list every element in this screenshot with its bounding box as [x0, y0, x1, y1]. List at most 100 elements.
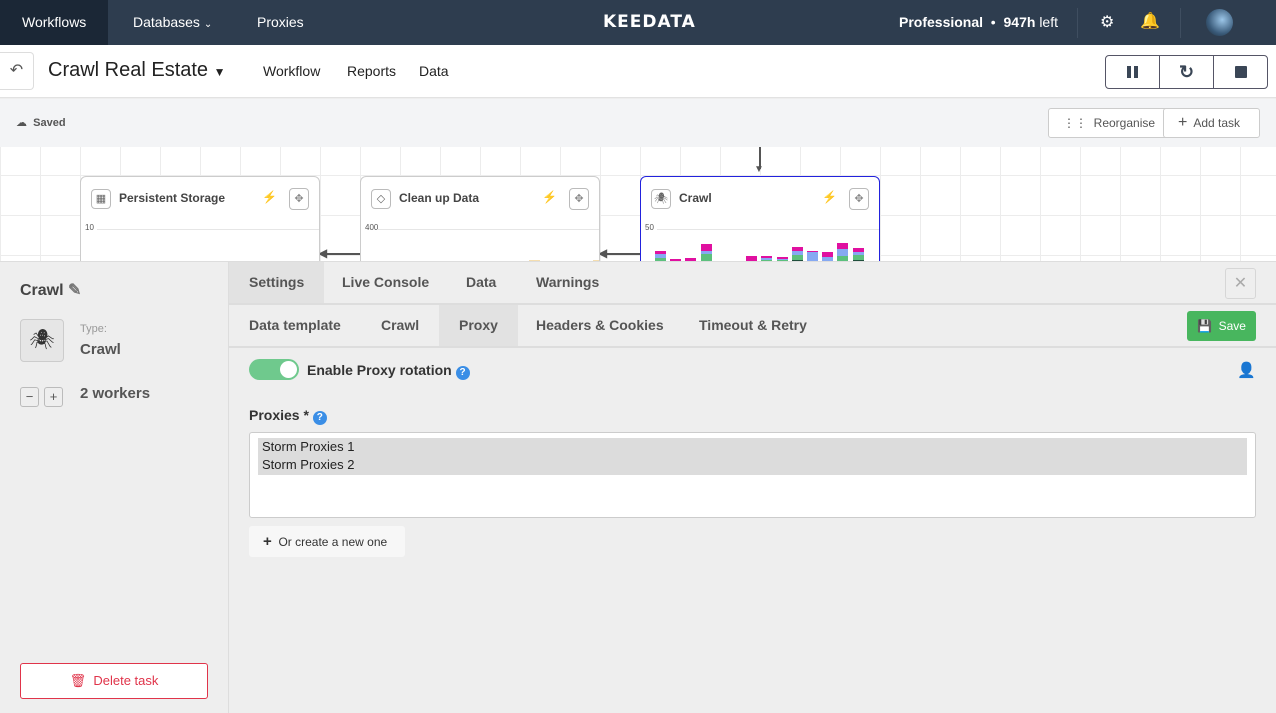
- chart-bar-segment: [655, 251, 666, 255]
- refresh-icon: ↻: [1178, 61, 1195, 82]
- node-title: Clean up Data: [399, 191, 480, 205]
- create-proxy-label: Or create a new one: [278, 535, 388, 549]
- subtab-data-template[interactable]: Data template: [229, 305, 361, 346]
- restart-button[interactable]: ↻: [1160, 56, 1214, 88]
- tab-warnings[interactable]: Warnings: [516, 262, 619, 303]
- subtab-headers-cookies[interactable]: Headers & Cookies: [516, 305, 684, 346]
- proxies-label: Proxies * ?: [249, 407, 327, 425]
- plan-name: Professional: [899, 14, 984, 30]
- nav-databases-label: Databases: [133, 14, 200, 30]
- spider-icon: 🕷: [29, 329, 55, 351]
- chart-bar-segment: [791, 250, 803, 256]
- add-task-label: Add task: [1193, 116, 1241, 130]
- plug-icon[interactable]: ⚡: [822, 190, 837, 204]
- cloud-check-icon: ☁: [16, 117, 27, 129]
- task-node[interactable]: 🕷 Crawl ⚡ ✥ 50: [640, 176, 880, 261]
- subnav-data[interactable]: Data: [419, 63, 449, 79]
- save-button[interactable]: 💾 Save: [1187, 311, 1256, 341]
- stop-button[interactable]: [1214, 56, 1267, 88]
- floppy-disk-icon: 💾: [1197, 319, 1212, 333]
- chart-gridline: [657, 229, 879, 230]
- move-handle-icon[interactable]: ✥: [849, 188, 869, 210]
- move-handle-icon[interactable]: ✥: [289, 188, 309, 210]
- reorganise-button[interactable]: ⋮⋮ Reorganise: [1048, 108, 1171, 138]
- table-icon: ▦: [91, 189, 111, 209]
- chart-bar-segment: [791, 255, 803, 260]
- node-title: Crawl: [679, 191, 712, 205]
- subtab-proxy[interactable]: Proxy: [439, 305, 518, 346]
- add-task-button[interactable]: + Add task: [1163, 108, 1260, 138]
- team-settings-icon[interactable]: ⚙: [1100, 12, 1114, 32]
- pencil-icon[interactable]: ✎: [68, 282, 81, 299]
- proxy-rotation-toggle[interactable]: [249, 359, 299, 380]
- task-settings-panel: Settings Live Console Data Warnings ✕ Da…: [229, 261, 1276, 713]
- type-value: Crawl: [80, 341, 121, 358]
- chart-axis-label: 50: [645, 223, 654, 232]
- save-status: ☁ Saved: [16, 116, 66, 129]
- move-handle-icon[interactable]: ✥: [569, 188, 589, 210]
- close-button[interactable]: ✕: [1225, 268, 1256, 299]
- create-proxy-button[interactable]: + Or create a new one: [249, 526, 405, 557]
- user-settings-icon[interactable]: 👤: [1237, 361, 1256, 379]
- proxy-rotation-label: Enable Proxy rotation ?: [307, 362, 470, 380]
- workflow-canvas[interactable]: ▼ ◀ ◀ ▦ Persistent Storage ⚡ ✥ 10 ◇ Clea…: [0, 147, 1276, 261]
- save-label: Save: [1218, 319, 1246, 333]
- proxies-multiselect[interactable]: Storm Proxies 1 Storm Proxies 2: [249, 432, 1256, 518]
- nav-workflows[interactable]: Workflows: [0, 0, 109, 45]
- subnav-workflow[interactable]: Workflow: [263, 63, 320, 79]
- chart-bar-segment: [807, 251, 818, 253]
- help-icon[interactable]: ?: [312, 411, 327, 425]
- plug-icon[interactable]: ⚡: [542, 190, 557, 204]
- logo: KEEDATA: [603, 12, 696, 32]
- type-label: Type:: [80, 323, 107, 335]
- proxies-label-text: Proxies *: [249, 407, 309, 423]
- chart-bar-segment: [761, 257, 773, 260]
- chart-bar-segment: [852, 247, 864, 253]
- decrease-workers-button[interactable]: −: [20, 387, 39, 407]
- hours-suffix: left: [1039, 14, 1058, 30]
- top-nav: Workflows Databases ⌄ Proxies KEEDATA Pr…: [0, 0, 1276, 45]
- task-type-icon: 🕷: [20, 319, 64, 362]
- arrow-head-icon: ▼: [754, 164, 764, 175]
- trash-icon: 🗑: [69, 673, 87, 688]
- undo-arrow-icon: ↶: [9, 62, 24, 79]
- chart-bar-segment: [761, 255, 773, 258]
- canvas-toolbar: ☁ Saved ⋮⋮ Reorganise + Add task: [0, 99, 1276, 147]
- task-sidebar: Crawl ✎ 🕷 Type: Crawl − + 2 workers 🗑 De…: [0, 261, 229, 713]
- diamond-icon: ◇: [371, 189, 391, 209]
- pause-button[interactable]: [1106, 56, 1160, 88]
- tab-live-console[interactable]: Live Console: [322, 262, 449, 303]
- avatar[interactable]: [1206, 9, 1233, 36]
- chart-bar-segment: [791, 246, 803, 251]
- delete-label: Delete task: [93, 673, 159, 688]
- workflow-title-text: Crawl Real Estate: [48, 59, 209, 81]
- subnav-reports[interactable]: Reports: [347, 63, 396, 79]
- back-button[interactable]: ↶: [0, 52, 34, 90]
- plus-icon: +: [263, 533, 272, 550]
- caret-down-icon: ▼: [213, 65, 226, 79]
- bell-icon[interactable]: 🔔: [1140, 11, 1160, 31]
- task-node[interactable]: ◇ Clean up Data ⚡ ✥ 400: [360, 176, 600, 261]
- proxy-option[interactable]: Storm Proxies 1: [258, 438, 1247, 456]
- subtab-timeout-retry[interactable]: Timeout & Retry: [679, 305, 827, 346]
- help-icon[interactable]: ?: [455, 366, 470, 380]
- increase-workers-button[interactable]: +: [44, 387, 63, 407]
- nav-proxies[interactable]: Proxies: [235, 0, 326, 45]
- chart-bar-segment: [852, 252, 864, 255]
- proxy-option[interactable]: Storm Proxies 2: [258, 456, 1247, 475]
- task-node[interactable]: ▦ Persistent Storage ⚡ ✥ 10: [80, 176, 320, 261]
- connector-arrow: [324, 253, 360, 255]
- chart-bar-segment: [837, 242, 849, 249]
- tab-data[interactable]: Data: [446, 262, 516, 303]
- workflow-title[interactable]: Crawl Real Estate ▼: [48, 59, 226, 82]
- pause-icon: [1127, 66, 1138, 78]
- subtab-crawl[interactable]: Crawl: [361, 305, 439, 346]
- chart-bar-segment: [852, 255, 864, 260]
- node-title: Persistent Storage: [119, 191, 226, 205]
- nav-databases[interactable]: Databases ⌄: [111, 0, 234, 45]
- chart-bar-segment: [837, 248, 849, 256]
- plug-icon[interactable]: ⚡: [262, 190, 277, 204]
- delete-task-button[interactable]: 🗑 Delete task: [20, 663, 208, 699]
- tab-settings[interactable]: Settings: [229, 262, 325, 303]
- task-name[interactable]: Crawl ✎: [20, 280, 81, 300]
